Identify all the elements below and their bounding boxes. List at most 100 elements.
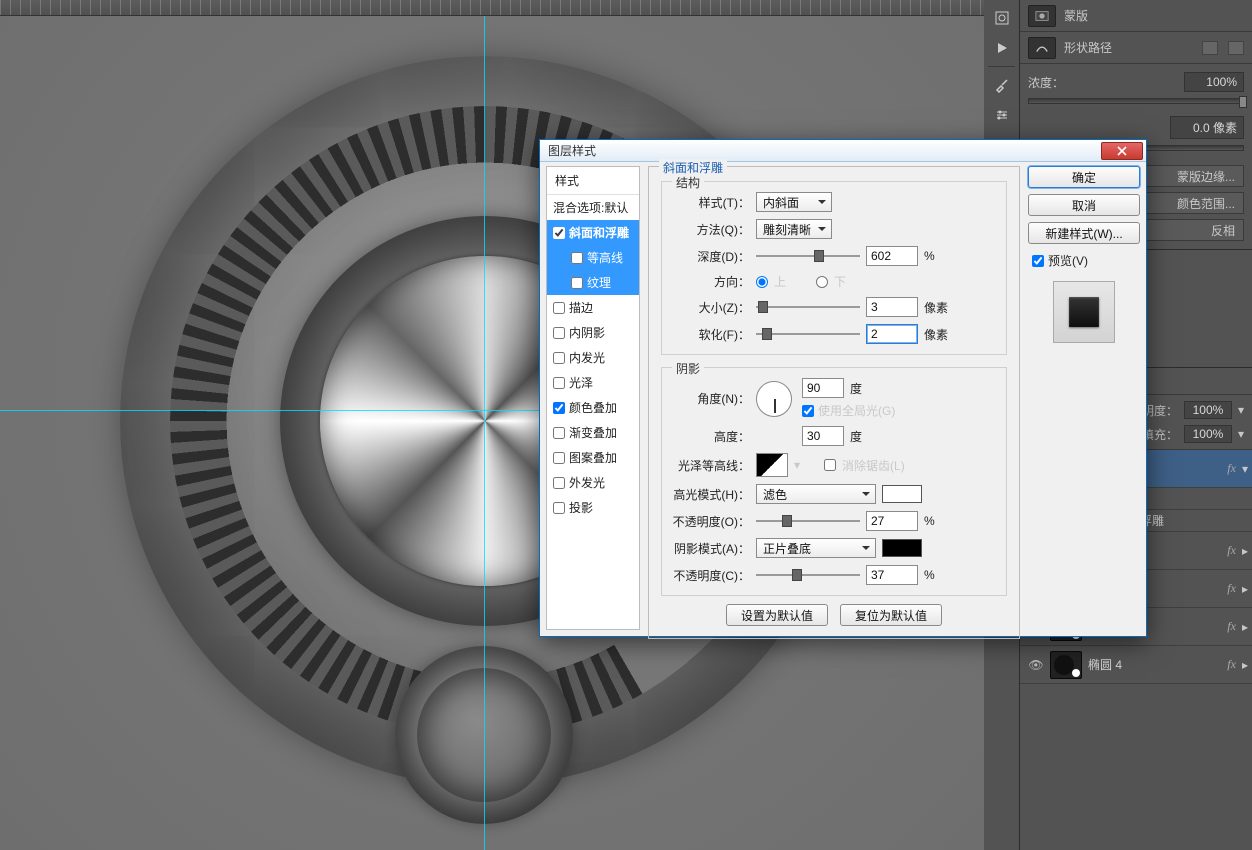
fx-badge[interactable]: fx	[1227, 657, 1236, 672]
play-icon[interactable]	[988, 36, 1016, 60]
style-blend-default[interactable]: 混合选项:默认	[547, 195, 639, 220]
dropdown-icon[interactable]: ▾	[1238, 427, 1244, 441]
style-drop-shadow[interactable]: 投影	[547, 495, 639, 520]
brush-icon[interactable]	[988, 73, 1016, 97]
shape-path-mini-1[interactable]	[1202, 41, 1218, 55]
highlight-mode-select[interactable]: 滤色	[756, 484, 876, 504]
direction-down-radio[interactable]	[816, 276, 828, 288]
ruler-horizontal[interactable]	[0, 0, 984, 16]
angle-dial[interactable]	[756, 381, 792, 417]
mask-icon	[1028, 5, 1056, 27]
shadow-opacity-slider[interactable]	[756, 568, 860, 582]
dialog-titlebar[interactable]: 图层样式	[540, 140, 1146, 162]
visibility-icon[interactable]: 👁	[1028, 657, 1044, 673]
expand-icon[interactable]: ▾	[1242, 462, 1248, 476]
style-stroke-checkbox[interactable]	[553, 302, 565, 314]
mask-panel-header[interactable]: 蒙版	[1020, 0, 1252, 32]
global-light-checkbox[interactable]	[802, 405, 814, 417]
new-style-button[interactable]: 新建样式(W)...	[1028, 222, 1140, 244]
fx-badge[interactable]: fx	[1227, 619, 1236, 634]
cancel-button[interactable]: 取消	[1028, 194, 1140, 216]
depth-input[interactable]	[866, 246, 918, 266]
style-innershadow-checkbox[interactable]	[553, 327, 565, 339]
layer-name-3: 椭圆 4	[1088, 656, 1221, 673]
styles-list: 样式 混合选项:默认 斜面和浮雕 等高线 纹理 描边 内阴影 内发光 光泽 颜色…	[546, 166, 640, 630]
style-outer-glow[interactable]: 外发光	[547, 470, 639, 495]
style-dropshadow-checkbox[interactable]	[553, 502, 565, 514]
style-contour-checkbox[interactable]	[571, 252, 583, 264]
style-bevel-checkbox[interactable]	[553, 227, 565, 239]
size-input[interactable]	[866, 297, 918, 317]
bevel-method-select[interactable]: 雕刻清晰	[756, 219, 832, 239]
collapse-icon[interactable]: ▸	[1242, 582, 1248, 596]
density-slider[interactable]	[1028, 98, 1244, 104]
guide-vertical[interactable]	[484, 16, 485, 850]
collapse-icon[interactable]: ▸	[1242, 544, 1248, 558]
fx-badge[interactable]: fx	[1227, 543, 1236, 558]
shape-path-label: 形状路径	[1064, 39, 1192, 56]
style-stroke[interactable]: 描边	[547, 295, 639, 320]
dropdown-icon[interactable]: ▾	[1238, 403, 1244, 417]
highlight-opacity-label: 不透明度(O)：	[672, 513, 750, 530]
collapse-icon[interactable]: ▸	[1242, 620, 1248, 634]
shape-path-mini-2[interactable]	[1228, 41, 1244, 55]
feather-value[interactable]: 0.0 像素	[1170, 116, 1244, 139]
style-coloroverlay-checkbox[interactable]	[553, 402, 565, 414]
layer-thumb[interactable]	[1050, 651, 1082, 679]
style-outerglow-checkbox[interactable]	[553, 477, 565, 489]
antialias-checkbox[interactable]	[824, 459, 836, 471]
style-innerglow-checkbox[interactable]	[553, 352, 565, 364]
shadow-color-swatch[interactable]	[882, 539, 922, 557]
style-gradientoverlay-checkbox[interactable]	[553, 427, 565, 439]
preview-label: 预览(V)	[1048, 252, 1088, 269]
highlight-color-swatch[interactable]	[882, 485, 922, 503]
depth-slider[interactable]	[756, 249, 860, 263]
style-inner-glow[interactable]: 内发光	[547, 345, 639, 370]
fx-badge[interactable]: fx	[1227, 461, 1236, 476]
style-pattern-overlay[interactable]: 图案叠加	[547, 445, 639, 470]
style-texture-checkbox[interactable]	[571, 277, 583, 289]
direction-up-radio[interactable]	[756, 276, 768, 288]
style-inner-shadow[interactable]: 内阴影	[547, 320, 639, 345]
close-button[interactable]	[1101, 142, 1143, 160]
altitude-input[interactable]	[802, 426, 844, 446]
style-satin[interactable]: 光泽	[547, 370, 639, 395]
highlight-mode-label: 高光模式(H)：	[672, 486, 750, 503]
bevel-style-select[interactable]: 内斜面	[756, 192, 832, 212]
size-slider[interactable]	[756, 300, 860, 314]
highlight-opacity-slider[interactable]	[756, 514, 860, 528]
style-gradient-overlay[interactable]: 渐变叠加	[547, 420, 639, 445]
layer-row-3[interactable]: 👁 椭圆 4 fx ▸	[1020, 646, 1252, 684]
soften-slider[interactable]	[756, 327, 860, 341]
dropdown-icon[interactable]: ▾	[794, 458, 800, 472]
shadow-mode-select[interactable]: 正片叠底	[756, 538, 876, 558]
ok-button[interactable]: 确定	[1028, 166, 1140, 188]
style-texture[interactable]: 纹理	[547, 270, 639, 295]
tool-zoom-btn[interactable]	[988, 6, 1016, 30]
style-color-overlay[interactable]: 颜色叠加	[547, 395, 639, 420]
close-icon	[1117, 146, 1127, 156]
density-value[interactable]: 100%	[1184, 72, 1244, 92]
reset-default-button[interactable]: 复位为默认值	[840, 604, 942, 626]
style-patternoverlay-checkbox[interactable]	[553, 452, 565, 464]
dialog-content: 斜面和浮雕 结构 样式(T)： 内斜面 方法(Q)： 雕刻清晰 深度(D)：	[648, 166, 1020, 630]
preview-checkbox[interactable]	[1032, 255, 1044, 267]
shadow-opacity-input[interactable]	[866, 565, 918, 585]
style-contour[interactable]: 等高线	[547, 245, 639, 270]
soften-input[interactable]	[866, 324, 918, 344]
highlight-opacity-input[interactable]	[866, 511, 918, 531]
gloss-contour-picker[interactable]	[756, 453, 788, 477]
style-satin-checkbox[interactable]	[553, 377, 565, 389]
collapse-icon[interactable]: ▸	[1242, 658, 1248, 672]
angle-input[interactable]	[802, 378, 844, 398]
set-default-button[interactable]: 设置为默认值	[726, 604, 828, 626]
fx-badge[interactable]: fx	[1227, 581, 1236, 596]
style-bevel-emboss[interactable]: 斜面和浮雕	[547, 220, 639, 245]
layer-fill-value[interactable]: 100%	[1184, 425, 1232, 443]
adjustments-icon[interactable]	[988, 103, 1016, 127]
altitude-unit: 度	[850, 428, 862, 445]
layer-opacity-value[interactable]: 100%	[1184, 401, 1232, 419]
shape-path-row[interactable]: 形状路径	[1020, 32, 1252, 64]
pct-unit-1: %	[924, 514, 935, 528]
mask-label: 蒙版	[1064, 7, 1244, 24]
